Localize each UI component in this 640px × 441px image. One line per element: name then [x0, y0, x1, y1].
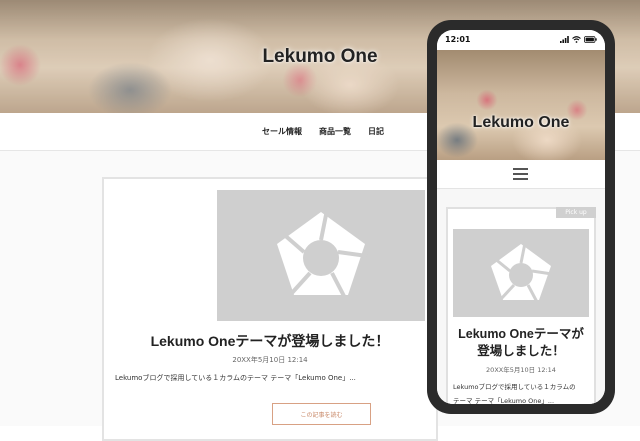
pentagon-ring-logo-icon — [277, 209, 368, 299]
nav-item-sale[interactable]: セール情報 — [262, 126, 302, 137]
mobile-menu-bar — [437, 160, 605, 189]
phone-mockup: 12:01 Lekumo One Pick up Lekumo Oneテーマが … — [427, 20, 615, 414]
mobile-site-title[interactable]: Lekumo One — [437, 114, 605, 132]
mobile-article-title-line-1: Lekumo Oneテーマが — [458, 327, 584, 341]
read-more-button[interactable]: この記事を読む — [272, 403, 371, 425]
mobile-excerpt-line-2: テーマ テーマ「Lekumo One」... — [453, 397, 555, 404]
article-thumbnail[interactable] — [217, 190, 425, 321]
mobile-article-date: 20XX年5月10日 12:14 — [486, 366, 556, 374]
mobile-article-title[interactable]: Lekumo Oneテーマが 登場しました！ — [448, 326, 594, 360]
status-time: 12:01 — [445, 35, 471, 44]
nav-item-diary[interactable]: 日記 — [368, 126, 384, 137]
nav-item-products[interactable]: 商品一覧 — [319, 126, 351, 137]
article-title[interactable]: Lekumo Oneテーマが登場しました！ — [104, 331, 436, 351]
article-excerpt: Lekumoブログで採用している１カラムのテーマ テーマ「Lekumo One」… — [115, 374, 356, 382]
mobile-article-excerpt: Lekumoブログで採用している１カラムの テーマ テーマ「Lekumo One… — [453, 380, 591, 404]
pickup-badge: Pick up — [556, 207, 596, 218]
mobile-article-title-line-2: 登場しました！ — [477, 344, 565, 358]
mobile-excerpt-line-1: Lekumoブログで採用している１カラムの — [453, 383, 576, 391]
phone-screen: 12:01 Lekumo One Pick up Lekumo Oneテーマが … — [437, 30, 605, 404]
article-date: 20XX年5月10日 12:14 — [232, 356, 308, 364]
mobile-content-area: Pick up Lekumo Oneテーマが 登場しました！ 20XX年5月10… — [437, 189, 605, 404]
site-title[interactable]: Lekumo One — [0, 46, 640, 68]
wifi-icon — [572, 36, 581, 43]
article-card: Lekumo Oneテーマが登場しました！ 20XX年5月10日 12:14 L… — [102, 177, 438, 441]
signal-icon — [560, 36, 569, 43]
battery-icon — [584, 36, 597, 43]
pentagon-ring-logo-icon — [491, 242, 553, 303]
mobile-article-thumbnail[interactable] — [453, 229, 589, 317]
mobile-article-card: Pick up Lekumo Oneテーマが 登場しました！ 20XX年5月10… — [446, 207, 596, 404]
hamburger-menu-icon[interactable] — [513, 167, 528, 180]
